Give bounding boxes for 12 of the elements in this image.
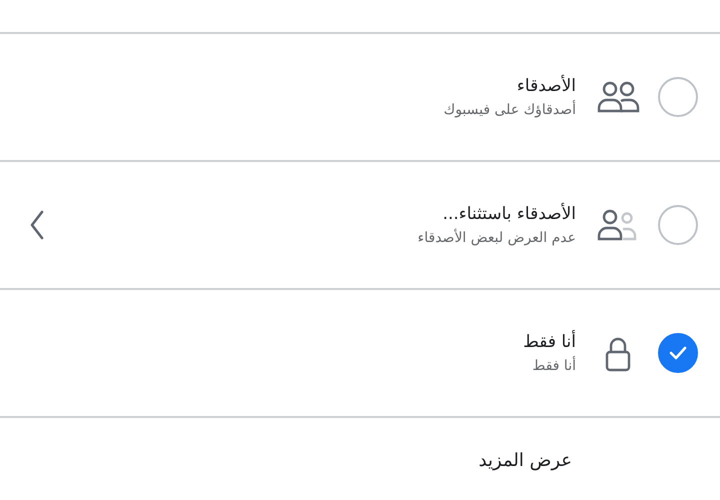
see-more-link[interactable]: عرض المزيد [478, 450, 572, 471]
radio-button[interactable] [658, 333, 698, 373]
checkmark-icon [669, 346, 687, 360]
option-title: الأصدقاء باستثناء... [442, 204, 576, 224]
option-description: أنا فقط [532, 358, 576, 374]
option-title: الأصدقاء [516, 76, 576, 96]
option-description: عدم العرض لبعض الأصدقاء [418, 230, 576, 246]
radio-button[interactable] [658, 205, 698, 245]
radio-button[interactable] [658, 77, 698, 117]
chevron-icon[interactable] [30, 210, 44, 240]
option-description: أصدقاؤك على فيسبوك [444, 102, 576, 118]
option-title: أنا فقط [523, 332, 576, 352]
